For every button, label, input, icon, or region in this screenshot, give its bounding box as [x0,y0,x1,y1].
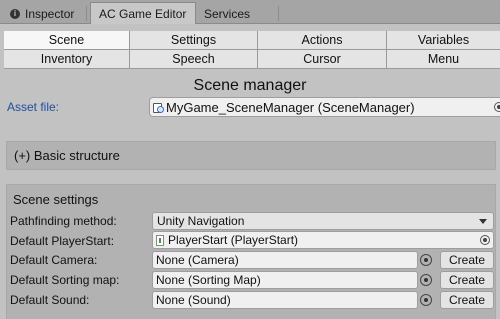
sorting-map-picker-icon[interactable] [420,274,432,286]
menu-inventory-button[interactable]: Inventory [4,50,130,69]
info-icon: i [10,8,20,19]
tab-label: Inspector [25,6,75,21]
chevron-down-icon [479,219,487,224]
sound-picker-icon[interactable] [420,294,432,306]
menu-speech-button[interactable]: Speech [130,50,258,69]
object-picker-icon[interactable] [494,102,500,112]
pathfinding-value: Unity Navigation [157,214,245,228]
object-picker-icon[interactable] [480,235,490,245]
tab-label: AC Game Editor [99,6,187,21]
tab-label: Services [204,6,251,21]
tab-divider [86,6,87,21]
sorting-map-value: None (Sorting Map) [156,273,261,287]
sound-label: Default Sound: [10,293,90,307]
asset-file-field[interactable]: MyGame_SceneManager (SceneManager) [149,97,500,117]
menu-scene-button[interactable]: Scene [4,31,130,50]
tab-inspector[interactable]: i Inspector [2,3,82,24]
menu-variables-button[interactable]: Variables [387,31,500,50]
page-title: Scene manager [193,77,307,94]
camera-field[interactable]: None (Camera) [152,251,418,269]
create-sorting-map-button[interactable]: Create [440,271,494,289]
game-object-icon [156,234,164,246]
basic-structure-panel[interactable]: (+) Basic structure [6,141,496,170]
scene-settings-header: Scene settings [13,192,99,207]
playerstart-label: Default PlayerStart: [10,234,115,248]
camera-label: Default Camera: [10,253,98,267]
asset-file-label: Asset file: [7,100,60,114]
sound-value: None (Sound) [156,293,231,307]
section-menu-grid: Scene Settings Actions Variables Invento… [4,31,500,69]
pathfinding-dropdown[interactable]: Unity Navigation [152,212,494,230]
create-camera-button[interactable]: Create [440,251,494,269]
menu-menu-button[interactable]: Menu [387,50,500,69]
asset-file-value: MyGame_SceneManager (SceneManager) [166,99,415,115]
playerstart-value: PlayerStart (PlayerStart) [168,233,299,247]
menu-cursor-button[interactable]: Cursor [258,50,387,69]
menu-settings-button[interactable]: Settings [130,31,258,50]
sorting-map-field[interactable]: None (Sorting Map) [152,271,418,289]
menu-actions-button[interactable]: Actions [258,31,387,50]
playerstart-field[interactable]: PlayerStart (PlayerStart) [152,231,494,249]
tab-divider [278,6,279,21]
basic-structure-header[interactable]: (+) Basic structure [14,148,120,163]
pathfinding-label: Pathfinding method: [10,214,117,228]
camera-picker-icon[interactable] [420,254,432,266]
sound-field[interactable]: None (Sound) [152,291,418,309]
sorting-map-label: Default Sorting map: [10,273,120,287]
window-tab-strip: i Inspector AC Game Editor Services [0,0,500,24]
tab-ac-game-editor[interactable]: AC Game Editor [90,2,196,24]
create-sound-button[interactable]: Create [440,291,494,309]
camera-value: None (Camera) [156,253,239,267]
tab-services[interactable]: Services [196,3,258,24]
scriptable-object-icon [153,102,164,113]
